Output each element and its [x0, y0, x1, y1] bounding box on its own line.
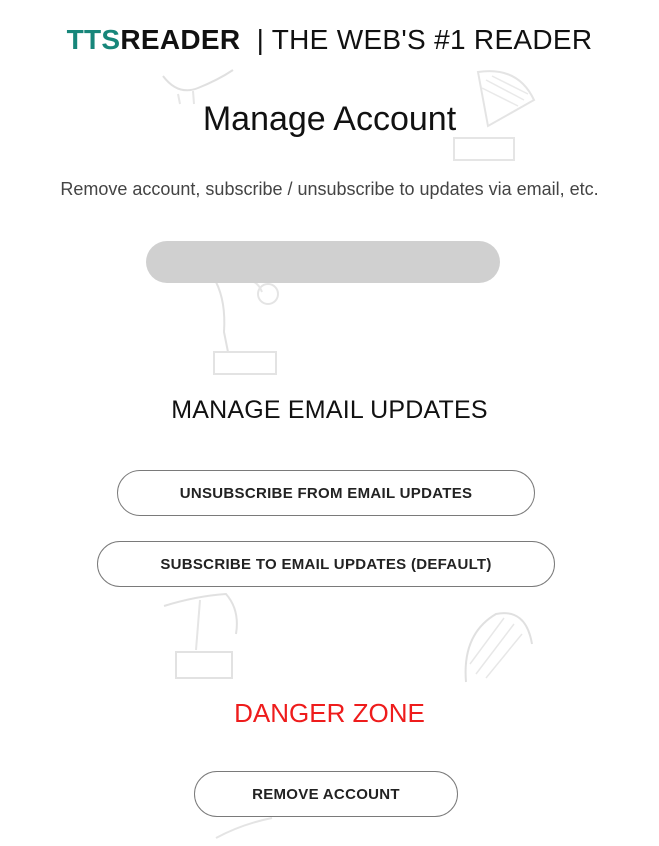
gramophone-watermark-icon: [156, 590, 246, 690]
header-tagline: THE WEB'S #1 READER: [271, 24, 593, 55]
site-header: TTSREADER | THE WEB'S #1 READER: [0, 24, 659, 56]
header-separator: |: [256, 24, 265, 55]
danger-zone-heading: DANGER ZONE: [234, 698, 425, 728]
gramophone-watermark-icon: [206, 272, 286, 382]
page-subtitle: Remove account, subscribe / unsubscribe …: [60, 179, 599, 199]
redacted-account-info: [146, 241, 500, 283]
gramophone-watermark-icon: [456, 604, 536, 688]
gramophone-watermark-icon: [212, 814, 282, 844]
remove-account-button[interactable]: REMOVE ACCOUNT: [194, 771, 458, 817]
logo-tts-text[interactable]: TTS: [67, 24, 121, 55]
page-title: Manage Account: [202, 100, 457, 138]
subscribe-button[interactable]: SUBSCRIBE TO EMAIL UPDATES (DEFAULT): [97, 541, 555, 587]
unsubscribe-button[interactable]: UNSUBSCRIBE FROM EMAIL UPDATES: [117, 470, 535, 516]
logo-reader-text[interactable]: READER: [120, 24, 240, 55]
email-updates-heading: MANAGE EMAIL UPDATES: [171, 396, 488, 424]
